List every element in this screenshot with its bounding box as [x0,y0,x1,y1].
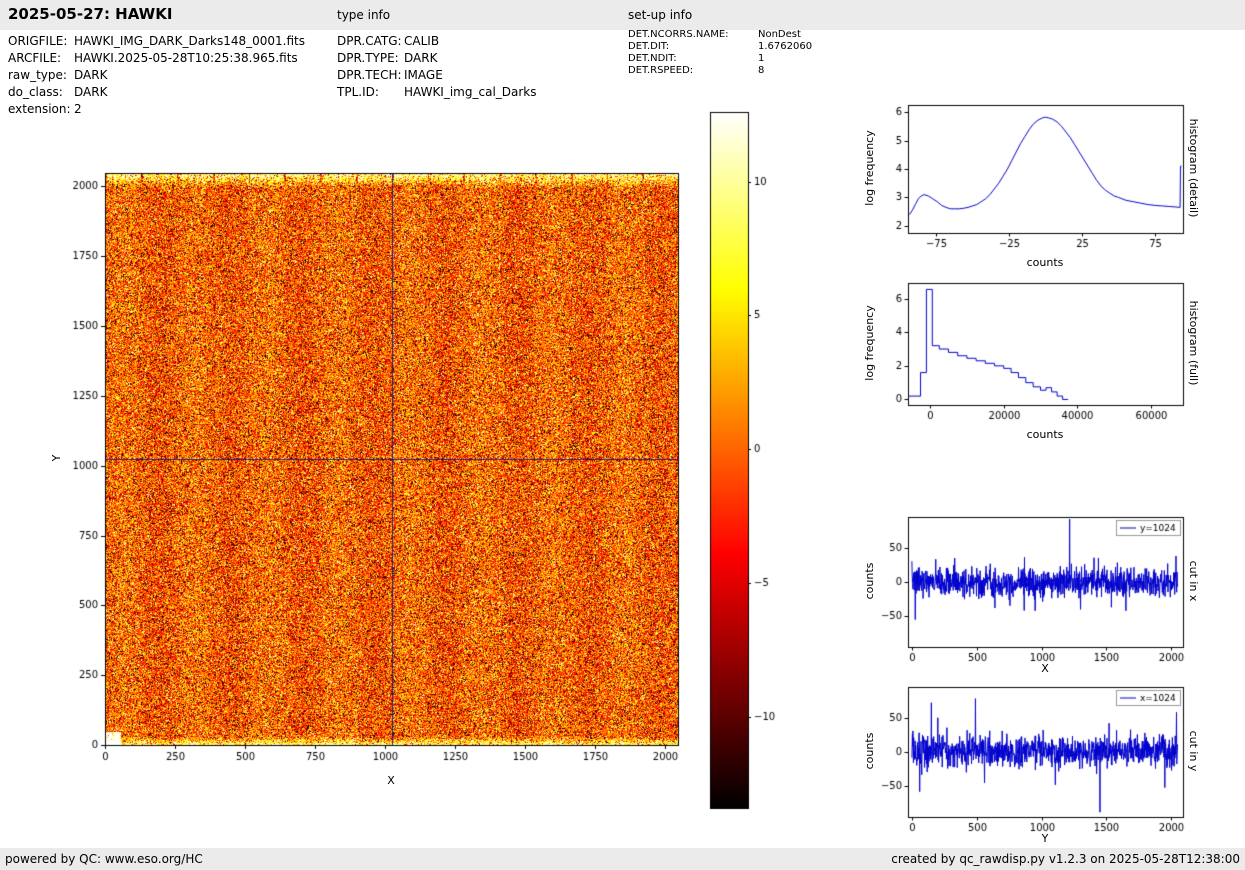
meta-value: NonDest [758,29,801,40]
hist-detail-xaxis-label: counts [985,256,1105,270]
meta-origfile: ORIGFILE:HAWKI_IMG_DARK_Darks148_0001.fi… [8,33,305,50]
setup-info-heading: set-up info [628,8,692,22]
meta-det-rspeed: DET.RSPEED:8 [628,65,812,77]
histogram-detail-plot [880,93,1190,258]
meta-tpl-id: TPL.ID:HAWKI_img_cal_Darks [337,84,537,101]
hist-full-yaxis-label: log frequency [863,283,877,403]
meta-label: DET.DIT: [628,41,758,53]
cut-y-side-title: cut in y [1186,691,1200,811]
hist-detail-yaxis-label: log frequency [863,108,877,228]
meta-label: DET.NDIT: [628,53,758,65]
meta-label: DPR.CATG: [337,33,404,50]
dark-frame-image [30,140,710,810]
meta-det-ncorrs-name: DET.NCORRS.NAME:NonDest [628,29,812,41]
meta-label: ORIGFILE: [8,33,74,50]
meta-label: DPR.TYPE: [337,50,404,67]
meta-raw-type: raw_type:DARK [8,67,305,84]
meta-arcfile: ARCFILE:HAWKI.2025-05-28T10:25:38.965.fi… [8,50,305,67]
cut-y-yaxis-label: counts [863,691,877,811]
meta-value: HAWKI_img_cal_Darks [404,85,537,99]
meta-label: DET.RSPEED: [628,65,758,77]
hist-full-side-title: histogram (full) [1186,283,1200,403]
header-bar: 2025-05-27: HAWKI type info set-up info [0,0,1245,30]
meta-value: 1 [758,53,764,64]
meta-value: DARK [404,51,437,65]
meta-label: DPR.TECH: [337,67,404,84]
cut-in-y-plot [880,675,1190,840]
meta-label: ARCFILE: [8,50,74,67]
meta-label: do_class: [8,84,74,101]
histogram-full-plot [880,271,1190,436]
meta-value: CALIB [404,34,439,48]
type-info-block: DPR.CATG:CALIB DPR.TYPE:DARK DPR.TECH:IM… [337,33,537,101]
footer-bar: powered by QC: www.eso.org/HC created by… [0,848,1245,870]
cut-x-side-title: cut in x [1186,521,1200,641]
cut-in-x-plot [880,505,1190,670]
meta-det-dit: DET.DIT:1.6762060 [628,41,812,53]
meta-value: 8 [758,65,764,76]
colorbar [706,105,786,820]
meta-value: HAWKI.2025-05-28T10:25:38.965.fits [74,51,298,65]
meta-dpr-catg: DPR.CATG:CALIB [337,33,537,50]
meta-dpr-tech: DPR.TECH:IMAGE [337,67,537,84]
meta-value: DARK [74,68,107,82]
meta-extension: extension:2 [8,101,305,118]
main-xaxis-label: X [331,774,451,788]
cut-y-xaxis-label: Y [985,832,1105,846]
meta-do-class: do_class:DARK [8,84,305,101]
meta-dpr-type: DPR.TYPE:DARK [337,50,537,67]
meta-value: HAWKI_IMG_DARK_Darks148_0001.fits [74,34,305,48]
cut-x-yaxis-label: counts [863,521,877,641]
cut-x-xaxis-label: X [985,662,1105,676]
main-yaxis-label: Y [50,398,64,518]
meta-label: raw_type: [8,67,74,84]
meta-value: DARK [74,85,107,99]
meta-label: extension: [8,101,74,118]
meta-value: IMAGE [404,68,443,82]
meta-label: DET.NCORRS.NAME: [628,29,758,41]
type-info-heading: type info [337,8,390,22]
meta-label: TPL.ID: [337,84,404,101]
meta-value: 1.6762060 [758,41,812,52]
meta-det-ndit: DET.NDIT:1 [628,53,812,65]
setup-info-block: DET.NCORRS.NAME:NonDest DET.DIT:1.676206… [628,29,812,77]
meta-value: 2 [74,102,82,116]
created-by-text: created by qc_rawdisp.py v1.2.3 on 2025-… [891,848,1240,870]
hist-detail-side-title: histogram (detail) [1186,108,1200,228]
powered-by-text: powered by QC: www.eso.org/HC [5,848,203,870]
page-title: 2025-05-27: HAWKI [8,5,172,23]
file-metadata-block: ORIGFILE:HAWKI_IMG_DARK_Darks148_0001.fi… [8,33,305,118]
hist-full-xaxis-label: counts [985,428,1105,442]
